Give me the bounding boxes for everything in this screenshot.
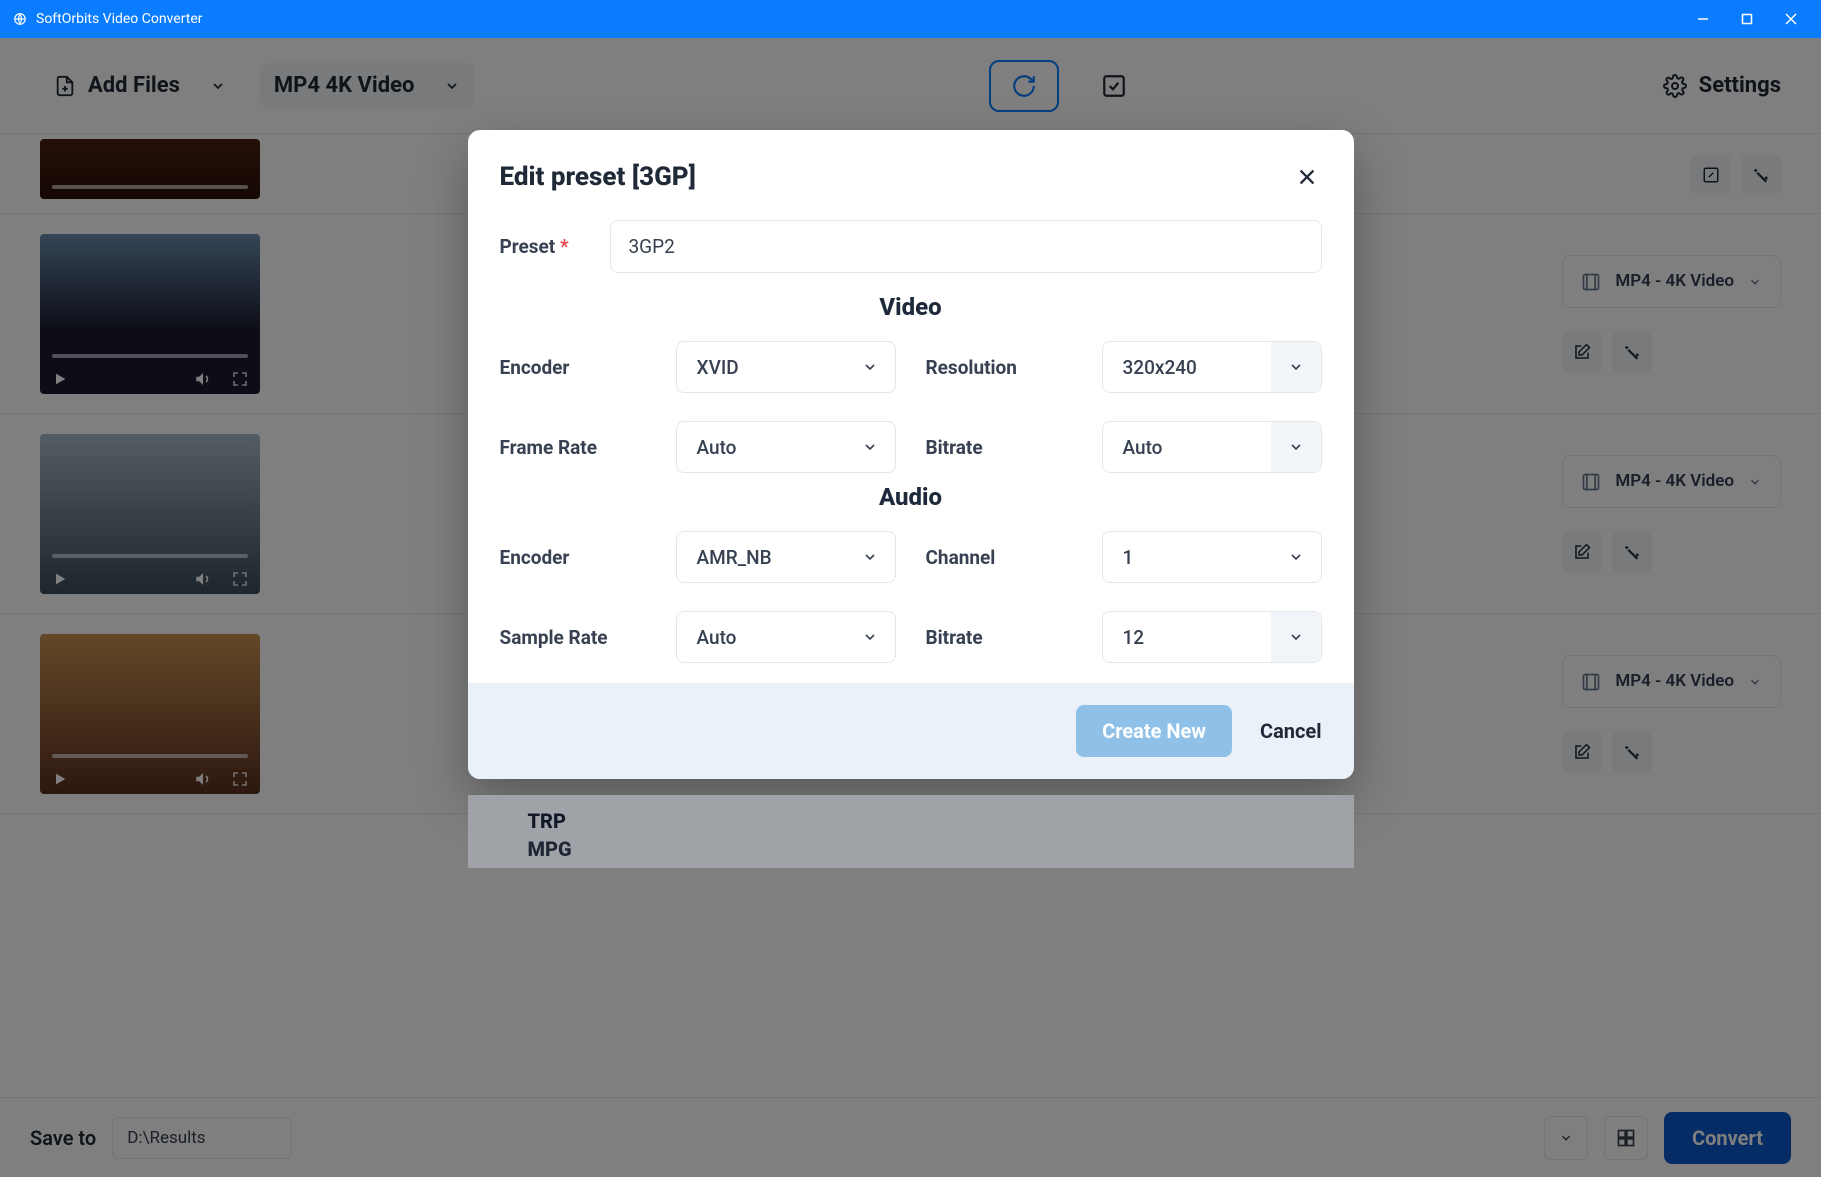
app-icon — [12, 11, 28, 27]
cancel-button[interactable]: Cancel — [1260, 719, 1322, 743]
preset-label: Preset * — [500, 235, 590, 258]
resolution-label: Resolution — [926, 356, 1086, 379]
dialog-close-button[interactable] — [1292, 162, 1322, 192]
window-close-button[interactable] — [1781, 9, 1801, 29]
format-option-mpg[interactable]: MPG — [528, 837, 1294, 861]
video-bitrate-label: Bitrate — [926, 436, 1086, 459]
channel-select[interactable]: 1 — [1102, 531, 1322, 583]
samplerate-label: Sample Rate — [500, 626, 660, 649]
format-dropdown-overflow[interactable]: TRP MPG — [468, 795, 1354, 868]
framerate-label: Frame Rate — [500, 436, 660, 459]
audio-section-heading: Audio — [500, 483, 1322, 511]
chevron-down-icon — [1271, 532, 1321, 582]
format-option-trp[interactable]: TRP — [528, 809, 1294, 833]
chevron-down-icon — [1271, 342, 1321, 392]
resolution-select[interactable]: 320x240 — [1102, 341, 1322, 393]
preset-name-input[interactable] — [610, 220, 1322, 273]
video-encoder-label: Encoder — [500, 356, 660, 379]
chevron-down-icon — [845, 532, 895, 582]
chevron-down-icon — [1271, 422, 1321, 472]
create-new-button[interactable]: Create New — [1076, 705, 1232, 757]
close-icon — [1296, 166, 1318, 188]
chevron-down-icon — [845, 422, 895, 472]
framerate-select[interactable]: Auto — [676, 421, 896, 473]
window-titlebar: SoftOrbits Video Converter — [0, 0, 1821, 38]
channel-label: Channel — [926, 546, 1086, 569]
window-minimize-button[interactable] — [1693, 9, 1713, 29]
window-title: SoftOrbits Video Converter — [36, 11, 1693, 27]
samplerate-select[interactable]: Auto — [676, 611, 896, 663]
chevron-down-icon — [845, 342, 895, 392]
audio-bitrate-label: Bitrate — [926, 626, 1086, 649]
edit-preset-dialog: Edit preset [3GP] Preset * Video Encoder… — [468, 130, 1354, 779]
video-section-heading: Video — [500, 293, 1322, 321]
dialog-title: Edit preset [3GP] — [500, 162, 1292, 192]
audio-encoder-label: Encoder — [500, 546, 660, 569]
chevron-down-icon — [1271, 612, 1321, 662]
audio-encoder-select[interactable]: AMR_NB — [676, 531, 896, 583]
video-encoder-select[interactable]: XVID — [676, 341, 896, 393]
window-maximize-button[interactable] — [1737, 9, 1757, 29]
audio-bitrate-select[interactable]: 12 — [1102, 611, 1322, 663]
chevron-down-icon — [845, 612, 895, 662]
video-bitrate-select[interactable]: Auto — [1102, 421, 1322, 473]
